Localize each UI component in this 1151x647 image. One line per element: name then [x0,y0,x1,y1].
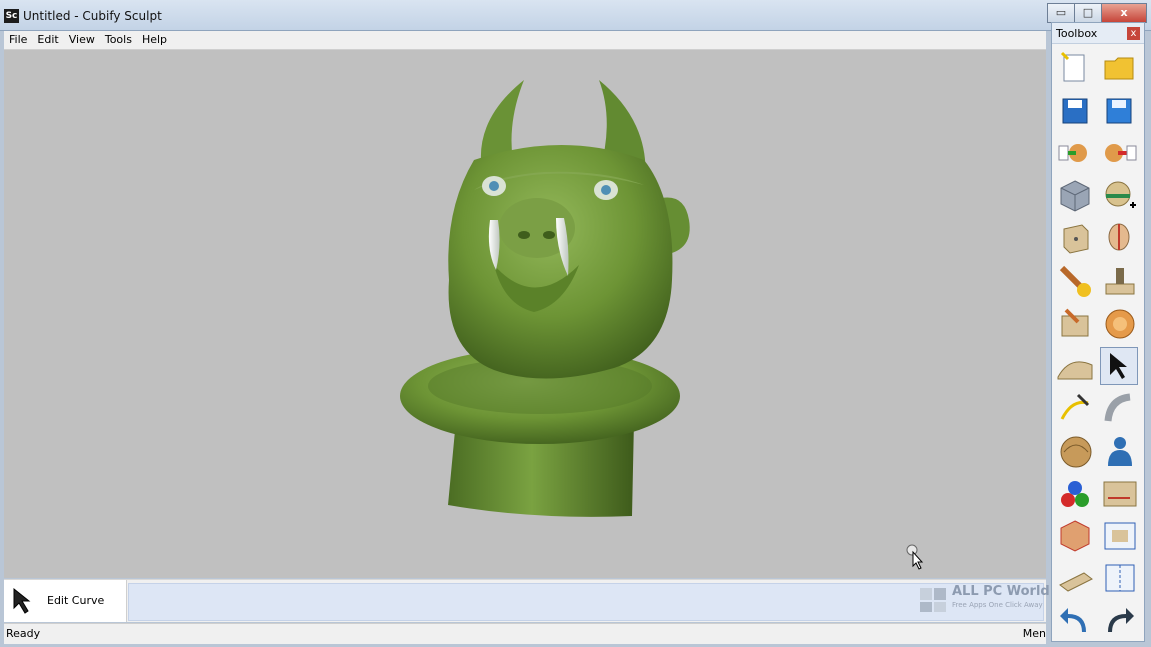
figure-icon [1108,436,1132,466]
tool-button-measure[interactable] [1100,474,1138,512]
status-bar: Ready Men [4,623,1046,644]
maximize-button[interactable]: □ [1074,3,1102,23]
box-icon [1063,224,1089,254]
status-text: Ready [6,627,41,640]
tool-button-stamp[interactable] [1100,262,1138,300]
window-title: Untitled - Cubify Sculpt [23,9,162,23]
tool-button-import[interactable] [1056,134,1094,172]
tool-button-mesh[interactable] [1056,432,1094,470]
toolbox-panel: Toolbox x [1051,22,1145,642]
tool-button-sculpt-brush[interactable] [1056,262,1094,300]
watermark-logo-icon [920,588,946,612]
tool-button-open-folder[interactable] [1100,49,1138,87]
tool-button-plane[interactable] [1056,559,1094,597]
tool-button-select-arrow[interactable] [1100,346,1138,385]
menu-help[interactable]: Help [137,31,172,49]
mesh-icon [1060,436,1092,467]
carve-box-icon [1061,308,1089,337]
arrow-cursor-icon [13,587,31,614]
close-button[interactable]: x [1101,3,1147,23]
watermark: ALL PC World Free Apps One Click Away [914,580,1050,620]
tool-button-undo[interactable] [1056,602,1094,640]
save-icon [1062,98,1088,123]
new-file-icon [1060,51,1085,82]
menu-file[interactable]: File [4,31,32,49]
toolbox-title: Toolbox [1056,27,1098,40]
3d-viewport[interactable] [4,50,1046,578]
sculpt-brush-icon [1059,265,1091,297]
tool-button-materials[interactable] [1056,474,1094,512]
toolbox-close-button[interactable]: x [1127,27,1140,40]
current-tool-indicator: Edit Curve [4,580,127,622]
tool-options-panel: Edit Curve [4,579,1046,622]
tool-button-save-as[interactable] [1100,92,1138,130]
import-icon [1058,144,1087,162]
measure-icon [1103,481,1137,507]
watermark-title: ALL PC World [952,584,1050,599]
tool-button-smooth[interactable] [1100,304,1138,342]
current-tool-label: Edit Curve [47,594,105,607]
open-folder-icon [1104,57,1134,80]
menu-tools[interactable]: Tools [100,31,137,49]
tool-button-export[interactable] [1100,134,1138,172]
tool-button-fit-view[interactable] [1100,517,1138,555]
minimize-button[interactable]: ▭ [1047,3,1075,23]
draw-curve-icon [1060,393,1090,420]
tool-button-terrain[interactable] [1056,347,1094,385]
app-icon: Sc [4,9,19,23]
terrain-icon [1057,361,1093,379]
tool-button-render-box[interactable] [1056,517,1094,555]
mirror-icon [1105,564,1135,592]
watermark-subtitle: Free Apps One Click Away [952,601,1043,609]
menu-bar: File Edit View Tools Help [4,31,1046,50]
tool-options-area [128,583,1044,621]
sculpt-model[interactable] [4,50,1046,578]
tool-button-figure[interactable] [1100,432,1138,470]
select-arrow-icon [1110,352,1127,379]
toolbox-header: Toolbox x [1052,23,1144,44]
add-sphere-icon [1105,181,1136,208]
title-bar: Sc Untitled - Cubify Sculpt ▭ □ x [0,0,1151,31]
cube-icon [1060,179,1090,212]
export-icon [1105,144,1137,162]
menu-edit[interactable]: Edit [32,31,63,49]
tool-button-draw-curve[interactable] [1056,389,1094,427]
undo-icon [1060,607,1086,632]
window-controls: ▭ □ x [1047,3,1147,23]
bend-icon [1104,393,1131,422]
render-box-icon [1060,519,1090,552]
materials-icon [1061,481,1089,507]
tool-button-save[interactable] [1056,92,1094,130]
menu-view[interactable]: View [64,31,100,49]
fit-view-icon [1104,522,1136,549]
tool-button-cube[interactable] [1056,177,1094,215]
save-as-icon [1106,98,1132,123]
tool-button-bend[interactable] [1100,389,1138,427]
stamp-icon [1105,267,1135,294]
redo-icon [1108,607,1134,632]
status-right-text: Men [1022,627,1046,640]
tool-button-carve-box[interactable] [1056,304,1094,342]
tool-button-add-sphere[interactable] [1100,177,1138,215]
tool-button-redo[interactable] [1100,602,1138,640]
mouse-cursor-icon [906,544,924,570]
tool-button-mirror[interactable] [1100,559,1138,597]
smooth-icon [1105,309,1135,339]
tool-button-new-file[interactable] [1056,49,1094,87]
plane-icon [1059,572,1093,592]
tool-button-head[interactable] [1100,219,1138,257]
head-icon [1108,223,1130,251]
tool-button-box[interactable] [1056,219,1094,257]
